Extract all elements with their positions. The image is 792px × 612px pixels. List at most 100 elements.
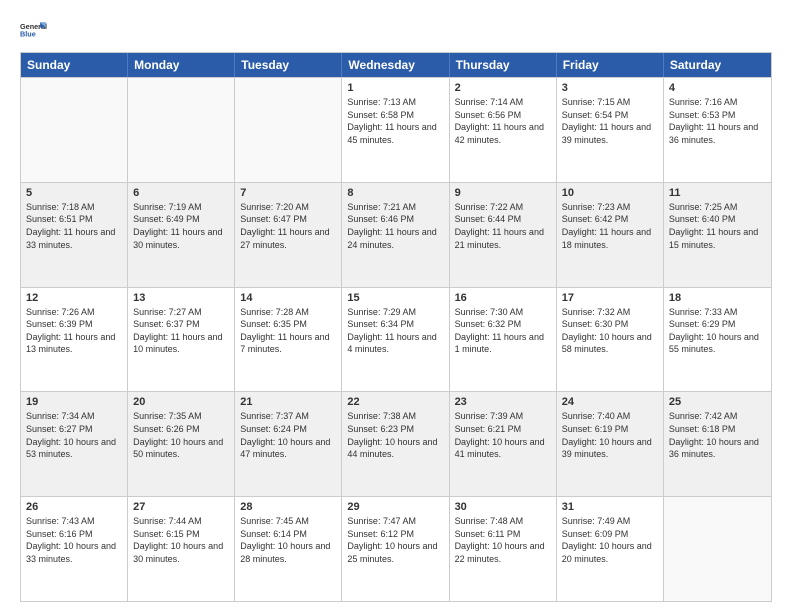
cal-cell: 13Sunrise: 7:27 AM Sunset: 6:37 PM Dayli…: [128, 288, 235, 392]
day-number: 31: [562, 501, 658, 513]
day-number: 17: [562, 292, 658, 304]
day-number: 1: [347, 82, 443, 94]
day-number: 28: [240, 501, 336, 513]
cell-info: Sunrise: 7:29 AM Sunset: 6:34 PM Dayligh…: [347, 306, 443, 356]
cell-info: Sunrise: 7:43 AM Sunset: 6:16 PM Dayligh…: [26, 515, 122, 565]
logo: GeneralBlue: [20, 16, 52, 44]
cell-info: Sunrise: 7:34 AM Sunset: 6:27 PM Dayligh…: [26, 410, 122, 460]
week-row-3: 12Sunrise: 7:26 AM Sunset: 6:39 PM Dayli…: [21, 287, 771, 392]
cal-cell: 6 Sunrise: 7:19 AM Sunset: 6:49 PM Daylig…: [128, 183, 235, 287]
calendar-header-tuesday: Tuesday: [235, 53, 342, 77]
cell-info: Sunrise: 7:44 AM Sunset: 6:15 PM Dayligh…: [133, 515, 229, 565]
cal-cell: 23 Sunrise: 7:39 AM Sunset: 6:21 PM Dayli…: [450, 392, 557, 496]
cal-cell: 10Sunrise: 7:23 AM Sunset: 6:42 PM Dayli…: [557, 183, 664, 287]
day-number: 30: [455, 501, 551, 513]
cell-info: Sunrise: 7:33 AM Sunset: 6:29 PM Dayligh…: [669, 306, 766, 356]
calendar: SundayMondayTuesdayWednesdayThursdayFrid…: [20, 52, 772, 602]
day-number: 27: [133, 501, 229, 513]
cal-cell: 21 Sunrise: 7:37 AM Sunset: 6:24 PM Dayli…: [235, 392, 342, 496]
cal-cell: [235, 78, 342, 182]
day-number: 2: [455, 82, 551, 94]
cell-info: Sunrise: 7:16 AM Sunset: 6:53 PM Dayligh…: [669, 96, 766, 146]
cell-info: Sunrise: 7:49 AM Sunset: 6:09 PM Dayligh…: [562, 515, 658, 565]
day-number: 21: [240, 396, 336, 408]
cell-info: Sunrise: 7:32 AM Sunset: 6:30 PM Dayligh…: [562, 306, 658, 356]
cal-cell: 1Sunrise: 7:13 AM Sunset: 6:58 PM Daylig…: [342, 78, 449, 182]
header: GeneralBlue: [20, 16, 772, 44]
cal-cell: 7Sunrise: 7:20 AM Sunset: 6:47 PM Daylig…: [235, 183, 342, 287]
cell-info: Sunrise: 7:22 AM Sunset: 6:44 PM Dayligh…: [455, 201, 551, 251]
cal-cell: 2 Sunrise: 7:14 AM Sunset: 6:56 PM Daylig…: [450, 78, 557, 182]
cal-cell: [21, 78, 128, 182]
cell-info: Sunrise: 7:28 AM Sunset: 6:35 PM Dayligh…: [240, 306, 336, 356]
cal-cell: 11Sunrise: 7:25 AM Sunset: 6:40 PM Dayli…: [664, 183, 771, 287]
day-number: 3: [562, 82, 658, 94]
cal-cell: 27 Sunrise: 7:44 AM Sunset: 6:15 PM Dayli…: [128, 497, 235, 601]
cell-info: Sunrise: 7:20 AM Sunset: 6:47 PM Dayligh…: [240, 201, 336, 251]
cal-cell: 29 Sunrise: 7:47 AM Sunset: 6:12 PM Dayli…: [342, 497, 449, 601]
cal-cell: 16 Sunrise: 7:30 AM Sunset: 6:32 PM Dayli…: [450, 288, 557, 392]
calendar-header-monday: Monday: [128, 53, 235, 77]
cal-cell: 28 Sunrise: 7:45 AM Sunset: 6:14 PM Dayli…: [235, 497, 342, 601]
day-number: 4: [669, 82, 766, 94]
cell-info: Sunrise: 7:39 AM Sunset: 6:21 PM Dayligh…: [455, 410, 551, 460]
cal-cell: 31 Sunrise: 7:49 AM Sunset: 6:09 PM Dayli…: [557, 497, 664, 601]
calendar-header-friday: Friday: [557, 53, 664, 77]
day-number: 11: [669, 187, 766, 199]
day-number: 23: [455, 396, 551, 408]
day-number: 25: [669, 396, 766, 408]
calendar-header-wednesday: Wednesday: [342, 53, 449, 77]
cal-cell: [664, 497, 771, 601]
day-number: 5: [26, 187, 122, 199]
cell-info: Sunrise: 7:48 AM Sunset: 6:11 PM Dayligh…: [455, 515, 551, 565]
cell-info: Sunrise: 7:26 AM Sunset: 6:39 PM Dayligh…: [26, 306, 122, 356]
cal-cell: 18Sunrise: 7:33 AM Sunset: 6:29 PM Dayli…: [664, 288, 771, 392]
day-number: 15: [347, 292, 443, 304]
cal-cell: 15 Sunrise: 7:29 AM Sunset: 6:34 PM Dayli…: [342, 288, 449, 392]
calendar-header-saturday: Saturday: [664, 53, 771, 77]
cell-info: Sunrise: 7:19 AM Sunset: 6:49 PM Dayligh…: [133, 201, 229, 251]
day-number: 8: [347, 187, 443, 199]
calendar-header-sunday: Sunday: [21, 53, 128, 77]
day-number: 29: [347, 501, 443, 513]
week-row-1: 1Sunrise: 7:13 AM Sunset: 6:58 PM Daylig…: [21, 77, 771, 182]
cell-info: Sunrise: 7:15 AM Sunset: 6:54 PM Dayligh…: [562, 96, 658, 146]
cal-cell: [128, 78, 235, 182]
cal-cell: 4 Sunrise: 7:16 AM Sunset: 6:53 PM Daylig…: [664, 78, 771, 182]
cal-cell: 20 Sunrise: 7:35 AM Sunset: 6:26 PM Dayli…: [128, 392, 235, 496]
cal-cell: 14Sunrise: 7:28 AM Sunset: 6:35 PM Dayli…: [235, 288, 342, 392]
day-number: 19: [26, 396, 122, 408]
calendar-header-row: SundayMondayTuesdayWednesdayThursdayFrid…: [21, 53, 771, 77]
cal-cell: 24Sunrise: 7:40 AM Sunset: 6:19 PM Dayli…: [557, 392, 664, 496]
week-row-5: 26Sunrise: 7:43 AM Sunset: 6:16 PM Dayli…: [21, 496, 771, 601]
calendar-header-thursday: Thursday: [450, 53, 557, 77]
logo-icon: GeneralBlue: [20, 16, 48, 44]
cell-info: Sunrise: 7:47 AM Sunset: 6:12 PM Dayligh…: [347, 515, 443, 565]
day-number: 10: [562, 187, 658, 199]
cal-cell: 26Sunrise: 7:43 AM Sunset: 6:16 PM Dayli…: [21, 497, 128, 601]
day-number: 24: [562, 396, 658, 408]
day-number: 13: [133, 292, 229, 304]
cell-info: Sunrise: 7:37 AM Sunset: 6:24 PM Dayligh…: [240, 410, 336, 460]
cell-info: Sunrise: 7:35 AM Sunset: 6:26 PM Dayligh…: [133, 410, 229, 460]
cell-info: Sunrise: 7:45 AM Sunset: 6:14 PM Dayligh…: [240, 515, 336, 565]
cell-info: Sunrise: 7:14 AM Sunset: 6:56 PM Dayligh…: [455, 96, 551, 146]
calendar-body: 1Sunrise: 7:13 AM Sunset: 6:58 PM Daylig…: [21, 77, 771, 601]
cal-cell: 30 Sunrise: 7:48 AM Sunset: 6:11 PM Dayli…: [450, 497, 557, 601]
cal-cell: 8 Sunrise: 7:21 AM Sunset: 6:46 PM Daylig…: [342, 183, 449, 287]
cal-cell: 12Sunrise: 7:26 AM Sunset: 6:39 PM Dayli…: [21, 288, 128, 392]
page: GeneralBlue SundayMondayTuesdayWednesday…: [0, 0, 792, 612]
cal-cell: 3 Sunrise: 7:15 AM Sunset: 6:54 PM Daylig…: [557, 78, 664, 182]
cal-cell: 17 Sunrise: 7:32 AM Sunset: 6:30 PM Dayli…: [557, 288, 664, 392]
week-row-4: 19 Sunrise: 7:34 AM Sunset: 6:27 PM Dayli…: [21, 391, 771, 496]
cell-info: Sunrise: 7:21 AM Sunset: 6:46 PM Dayligh…: [347, 201, 443, 251]
day-number: 16: [455, 292, 551, 304]
week-row-2: 5 Sunrise: 7:18 AM Sunset: 6:51 PM Daylig…: [21, 182, 771, 287]
day-number: 9: [455, 187, 551, 199]
cal-cell: 22Sunrise: 7:38 AM Sunset: 6:23 PM Dayli…: [342, 392, 449, 496]
cell-info: Sunrise: 7:18 AM Sunset: 6:51 PM Dayligh…: [26, 201, 122, 251]
day-number: 6: [133, 187, 229, 199]
cal-cell: 25Sunrise: 7:42 AM Sunset: 6:18 PM Dayli…: [664, 392, 771, 496]
day-number: 20: [133, 396, 229, 408]
cell-info: Sunrise: 7:30 AM Sunset: 6:32 PM Dayligh…: [455, 306, 551, 356]
